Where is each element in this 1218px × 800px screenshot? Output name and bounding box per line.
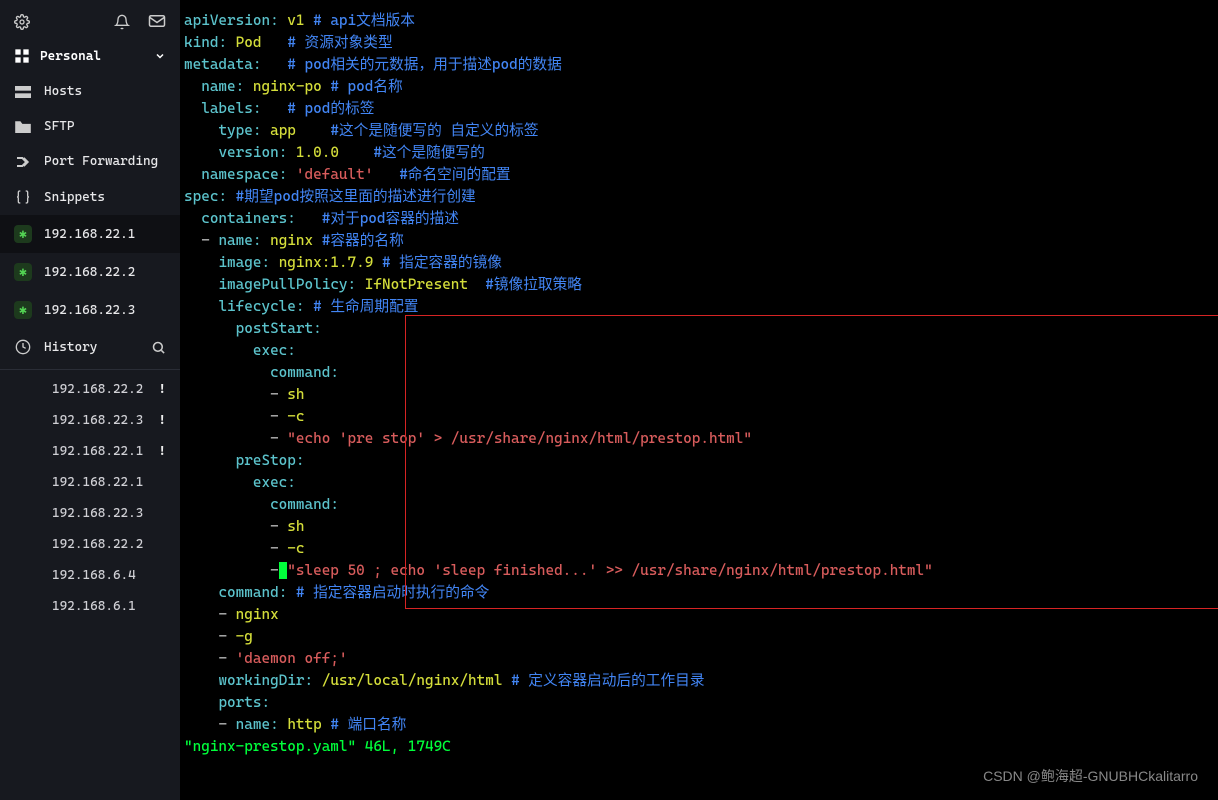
code-block: apiVersion: v1 # api文档版本 kind: Pod # 资源对…: [180, 10, 1218, 758]
history-item[interactable]: 192.168.6.4: [0, 560, 180, 591]
nav-sftp[interactable]: SFTP: [0, 109, 180, 144]
history-item[interactable]: 192.168.22.1: [0, 467, 180, 498]
history-item[interactable]: 192.168.22.3!: [0, 405, 180, 436]
history-item[interactable]: 192.168.6.1: [0, 591, 180, 622]
nav-label: Snippets: [44, 190, 105, 205]
hosts-icon: [14, 86, 32, 98]
dashboard-icon: [14, 48, 30, 64]
bell-icon[interactable]: [114, 14, 130, 30]
status-icon: ✱: [14, 263, 32, 281]
search-icon[interactable]: [151, 340, 166, 355]
host-ip: 192.168.22.2: [44, 265, 135, 280]
status-icon: ✱: [14, 301, 32, 319]
braces-icon: [14, 189, 32, 205]
folder-icon: [14, 120, 32, 133]
host-item-active[interactable]: ✱ 192.168.22.1: [0, 215, 180, 253]
host-ip: 192.168.22.1: [44, 227, 135, 242]
workspace-label: Personal: [40, 49, 101, 64]
host-item[interactable]: ✱ 192.168.22.2: [0, 253, 180, 291]
host-item[interactable]: ✱ 192.168.22.3: [0, 291, 180, 329]
workspace-selector[interactable]: Personal: [0, 38, 180, 74]
nav-history[interactable]: History: [0, 329, 180, 365]
topbar: [0, 0, 180, 38]
nav-hosts[interactable]: Hosts: [0, 74, 180, 109]
watermark: CSDN @鲍海超-GNUBHCkalitarro: [983, 766, 1198, 786]
nav-label: Hosts: [44, 84, 82, 99]
history-item[interactable]: 192.168.22.1!: [0, 436, 180, 467]
nav-port-forwarding[interactable]: Port Forwarding: [0, 144, 180, 179]
nav-snippets[interactable]: Snippets: [0, 179, 180, 215]
editor-pane[interactable]: apiVersion: v1 # api文档版本 kind: Pod # 资源对…: [180, 0, 1218, 800]
clock-icon: [14, 339, 32, 355]
history-item[interactable]: 192.168.22.2!: [0, 374, 180, 405]
forward-icon: [14, 156, 32, 168]
nav-label: Port Forwarding: [44, 154, 158, 169]
vim-status-line: "nginx-prestop.yaml" 46L, 1749C: [184, 738, 451, 755]
history-label: History: [44, 340, 97, 355]
nav-label: SFTP: [44, 119, 74, 134]
gear-icon[interactable]: [14, 14, 30, 30]
host-ip: 192.168.22.3: [44, 303, 135, 318]
history-item[interactable]: 192.168.22.3: [0, 498, 180, 529]
sidebar: Personal Hosts SFTP Port Forwarding Snip…: [0, 0, 180, 800]
history-item[interactable]: 192.168.22.2: [0, 529, 180, 560]
status-icon: ✱: [14, 225, 32, 243]
chevron-down-icon: [154, 50, 166, 62]
mail-icon[interactable]: [148, 14, 166, 30]
